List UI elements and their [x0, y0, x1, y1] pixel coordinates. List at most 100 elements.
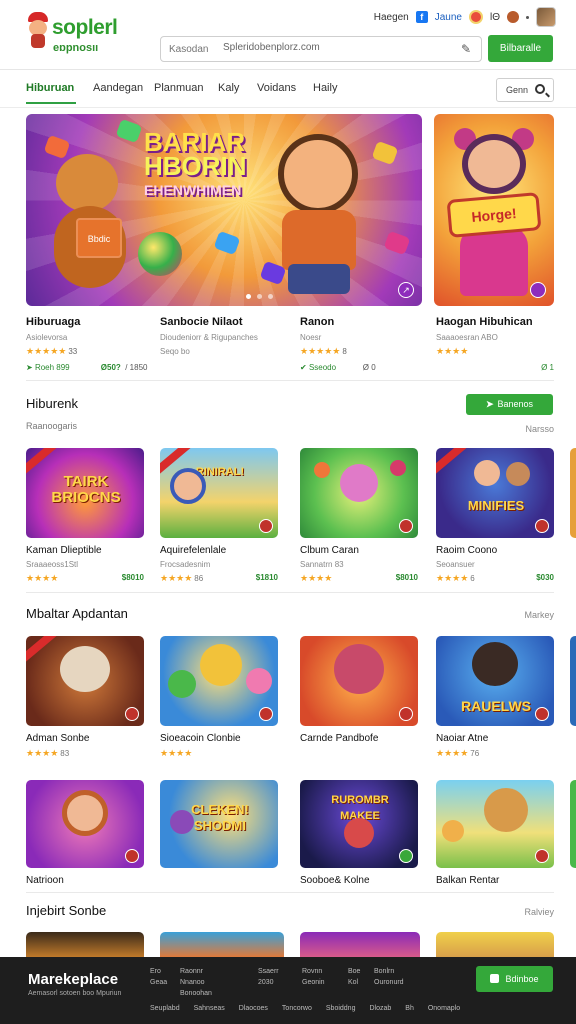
play-badge-icon[interactable]: ↗ [398, 282, 414, 298]
footer-link[interactable]: Raonnr [180, 967, 212, 977]
pencil-icon[interactable]: ✎ [461, 42, 471, 56]
top-link-haegen[interactable]: Haegen [374, 12, 409, 23]
footer-link[interactable]: Seuplabd [150, 1005, 180, 1012]
tab-aandegan[interactable]: Aandegan [93, 82, 143, 94]
game-card[interactable]: Natrioon [26, 780, 144, 886]
game-thumbnail-partial[interactable] [26, 932, 144, 957]
footer-link[interactable]: Nnanoo [180, 978, 212, 988]
game-thumbnail[interactable] [300, 448, 418, 538]
game-thumbnail[interactable]: TAIRK BRIOCNS [26, 448, 144, 538]
search-bar[interactable]: Spleridobenplorz.com ✎ [160, 36, 482, 62]
footer-link[interactable]: Kol [348, 978, 360, 988]
carousel-dots[interactable] [246, 294, 273, 299]
game-card[interactable]: CLEKEN! SHODMI [160, 780, 278, 868]
footer-link[interactable]: Ero [150, 967, 167, 977]
game-card[interactable]: RINIRAL! Aquirefelenlale Frocsadesnim ★★… [160, 448, 278, 583]
footer-link[interactable]: Bh [405, 1005, 414, 1012]
game-card[interactable]: MINIFIES Raoim Coono Seoansuer ★★★★ 6 $030 [436, 448, 554, 583]
game-thumbnail[interactable]: CLEKEN! SHODMI [160, 780, 278, 868]
game-thumbnail-partial[interactable] [436, 932, 554, 957]
section-button-label: Banenos [497, 399, 534, 409]
top-link-count[interactable]: lΘ [490, 12, 500, 23]
next-card-peek[interactable] [570, 636, 576, 726]
top-link-jaune[interactable]: Jaune [435, 12, 462, 23]
next-card-peek[interactable] [570, 448, 576, 538]
play-badge-icon[interactable] [535, 849, 549, 863]
section-link[interactable]: Markey [524, 610, 554, 620]
footer-link[interactable]: Toncorwo [282, 1005, 312, 1012]
game-thumbnail[interactable] [436, 780, 554, 868]
featured-item[interactable]: Sanbocie Nilaot Dioudeniorr & Rigupanche… [160, 316, 258, 372]
game-card[interactable]: Balkan Rentar [436, 780, 554, 886]
footer-link[interactable]: Geaa [150, 978, 167, 988]
game-card[interactable]: Sioeacoin Clonbie ★★★★ [160, 636, 278, 758]
game-thumbnail[interactable]: RAUELWS [436, 636, 554, 726]
tab-hiburuan[interactable]: Hiburuan [26, 82, 74, 94]
play-badge-icon[interactable] [530, 282, 546, 298]
play-badge-icon[interactable] [259, 707, 273, 721]
tab-kaly[interactable]: Kaly [218, 82, 239, 94]
footer-link[interactable]: Dlaocoes [239, 1005, 268, 1012]
game-card[interactable]: RUROMBR MAKEE Sooboe& Kolne [300, 780, 418, 886]
more-dots-icon[interactable] [526, 15, 529, 19]
footer-link[interactable]: Dlozab [369, 1005, 391, 1012]
footer-link[interactable]: Sboiddng [326, 1005, 356, 1012]
game-card[interactable]: Adman Sonbe ★★★★ 83 [26, 636, 144, 758]
tab-search-button[interactable]: Genn [496, 78, 554, 102]
game-card[interactable]: Carnde Pandbofe [300, 636, 418, 744]
hero-banner[interactable]: Bbdic BARIAR HBORIN EHENWHIMEN ↗ [26, 114, 422, 306]
footer-brand[interactable]: Marekeplace [28, 971, 118, 988]
game-thumbnail[interactable] [300, 636, 418, 726]
fruit-icon [390, 460, 406, 476]
avatar[interactable] [536, 7, 556, 27]
search-button[interactable]: Bilbaralle [488, 35, 553, 62]
game-card[interactable]: TAIRK BRIOCNS Kaman Dlieptible Sraaaeoss… [26, 448, 144, 583]
featured-item[interactable]: Haogan Hibuhican Saaaoesran ABO ★★★★ Ø 1 [436, 316, 554, 372]
game-thumbnail[interactable]: RUROMBR MAKEE [300, 780, 418, 868]
game-thumbnail[interactable] [26, 780, 144, 868]
play-badge-icon[interactable] [125, 707, 139, 721]
play-badge-icon[interactable] [535, 707, 549, 721]
game-thumbnail[interactable] [26, 636, 144, 726]
game-card[interactable]: Clbum Caran Sannatrn 83 ★★★★ $8010 [300, 448, 418, 583]
game-thumbnail-partial[interactable] [300, 932, 420, 957]
play-badge-icon[interactable] [399, 849, 413, 863]
play-badge-icon[interactable] [535, 519, 549, 533]
play-badge-icon[interactable] [399, 519, 413, 533]
carousel-dot[interactable] [257, 294, 262, 299]
game-thumbnail-partial[interactable] [160, 932, 284, 957]
featured-item[interactable]: Ranon Noesr ★★★★★ 8 ✔ Sseodo Ø 0 [300, 316, 376, 372]
next-card-peek[interactable] [570, 780, 576, 868]
featured-item[interactable]: Hiburuaga Asiolevorsa ★★★★★ 33 ➤ Roeh 899… [26, 316, 147, 372]
game-thumbnail[interactable] [160, 636, 278, 726]
site-logo[interactable]: soplerl eɒpnosıı [26, 10, 136, 56]
side-banner[interactable]: Horge! [434, 114, 554, 306]
facebook-icon[interactable]: f [415, 11, 428, 23]
game-card[interactable]: RAUELWS Naoiar Atne ★★★★ 76 [436, 636, 554, 758]
section-action-button[interactable]: ➤ Banenos [466, 394, 553, 415]
footer-link[interactable]: Geonin [302, 978, 325, 988]
play-badge-icon[interactable] [259, 519, 273, 533]
tab-voidans[interactable]: Voidans [257, 82, 296, 94]
carousel-dot[interactable] [268, 294, 273, 299]
footer-link[interactable]: Ouronurd [374, 978, 404, 988]
footer-link[interactable]: 2030 [258, 978, 279, 988]
tab-haily[interactable]: Haily [313, 82, 337, 94]
footer-link[interactable]: Ssaerr [258, 967, 279, 977]
footer-link[interactable]: Rovnn [302, 967, 325, 977]
footer-link[interactable]: Bonlrn [374, 967, 404, 977]
play-badge-icon[interactable] [125, 849, 139, 863]
character-icon[interactable] [469, 10, 483, 24]
footer-action-button[interactable]: Bdinboe [476, 966, 553, 992]
game-thumbnail[interactable]: MINIFIES [436, 448, 554, 538]
footer-link[interactable]: Sahnseas [194, 1005, 225, 1012]
footer-link[interactable]: Boe [348, 967, 360, 977]
play-badge-icon[interactable] [399, 707, 413, 721]
game-thumbnail[interactable]: RINIRAL! [160, 448, 278, 538]
tab-planmuan[interactable]: Planmuan [154, 82, 204, 94]
carousel-dot[interactable] [246, 294, 251, 299]
section-link[interactable]: Narsso [525, 424, 554, 434]
section-link[interactable]: Ralviey [524, 907, 554, 917]
footer-link[interactable]: Onomaplo [428, 1005, 460, 1012]
footer-link[interactable]: Bonoohan [180, 989, 212, 999]
